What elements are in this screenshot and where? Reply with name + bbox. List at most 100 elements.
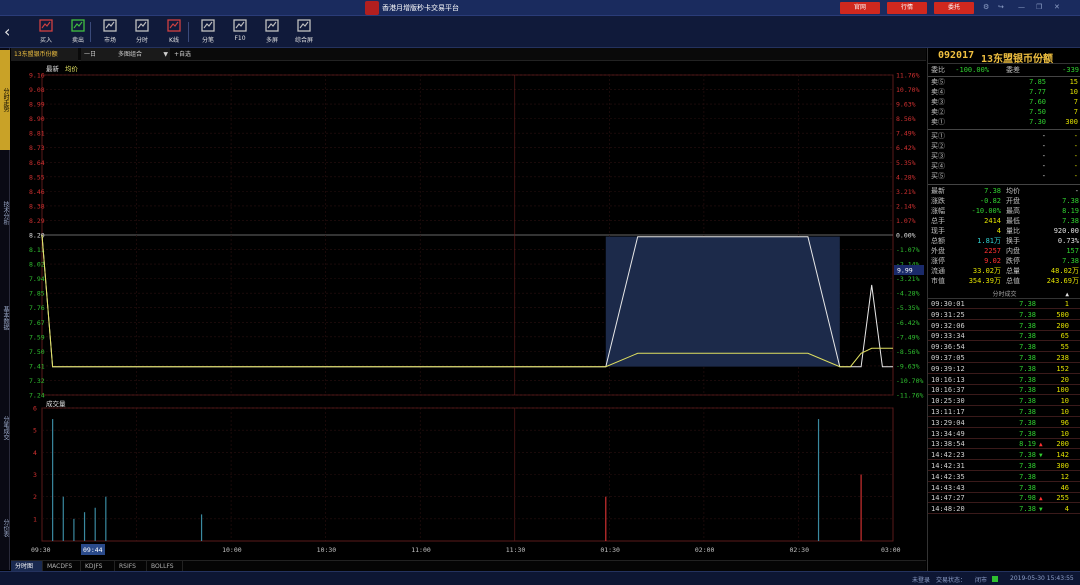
scroll-up-icon[interactable]: ▲ [1065,290,1069,299]
buy-icon [38,18,54,33]
bid-qty: - [1073,162,1078,170]
toolbar-sell-button[interactable]: 卖出 [64,18,92,46]
stat-value-2: 48.02万 [1050,267,1079,275]
ask-price: 7.50 [1029,108,1046,116]
tick-time: 14:42:31 [931,462,965,470]
bid-row[interactable]: 买⑤ - - [928,172,1080,181]
tick-time: 09:33:34 [931,332,965,341]
toolbar-buy-button[interactable]: 买入 [32,18,60,46]
y-pct-tick-label: 10.70% [896,86,920,94]
toolbar-candlestick-button[interactable]: K线 [160,18,188,46]
y-pct-tick-label: 6.42% [896,144,916,152]
y-pct-tick-label: -1.07% [896,246,920,254]
toolbar-grid-screen-button[interactable]: 综合屏 [290,18,318,46]
y-tick-label: 7.67 [29,319,45,327]
back-arrow-icon[interactable]: ‹ [4,22,20,42]
bid-row[interactable]: 买① - - [928,132,1080,141]
toolbar-multi-screen-button[interactable]: 多屏 [258,18,286,46]
tick-trades-title-text: 分时成交 [992,291,1017,298]
minimize-icon[interactable]: — [1018,3,1025,11]
stat-row: 市值 354.39万 总值 243.69万 [928,277,1080,286]
period-select-value: 一日 [84,51,97,58]
tick-volume: 12 [1060,472,1069,481]
add-favorite-button[interactable]: +自选 [171,48,206,61]
bid-label: 买② [931,142,945,150]
volume-y-tick: 4 [33,449,37,457]
stat-row: 总手 2414 最低 7.38 [928,217,1080,226]
tab-tick-trades[interactable]: 分笔成交 [0,378,10,478]
y-pct-tick-label: 9.63% [896,101,916,109]
tick-price: 7.38 [1019,451,1036,460]
stat-value: -10.00% [971,207,1001,215]
y-tick-label: 7.94 [29,275,45,283]
bid-label: 买① [931,132,945,140]
ask-label: 卖② [931,108,945,116]
tick-time: 13:11:17 [931,408,965,416]
stat-value: 7.38 [984,187,1001,195]
official-site-button[interactable]: 官网 [840,2,880,14]
toolbar-market-button[interactable]: 市场 [96,18,124,46]
exit-icon[interactable]: ↪ [998,3,1004,11]
tick-trades-title: 分时成交 ▲ [928,290,1080,299]
y-tick-label: 7.24 [29,392,45,400]
tab-basic-data[interactable]: 基本数据 [0,268,10,368]
connection-icon [992,576,998,582]
tick-row: 14:42:31 7.38 300 [928,462,1080,471]
quotes-button[interactable]: 行情 [887,2,927,14]
ask-row[interactable]: 卖④ 7.77 10 [928,88,1080,97]
toolbar-ticks-button[interactable]: 分笔 [194,18,222,46]
restore-icon[interactable]: ❐ [1036,3,1042,11]
stat-value-2: 7.38 [1062,257,1079,265]
stat-value-2: 0.73% [1057,237,1079,245]
close-icon[interactable]: ✕ [1054,3,1060,11]
quote-header: 092017 13东盟银币份额 [928,48,1080,65]
ask-row[interactable]: 卖⑤ 7.85 15 [928,78,1080,87]
ask-row[interactable]: 卖② 7.50 7 [928,108,1080,117]
app-logo [365,1,379,15]
y-pct-tick-label: 8.56% [896,115,916,123]
stat-label: 总手 [931,217,945,225]
tick-price: 7.38 [1019,429,1036,438]
stat-label: 外盘 [931,247,945,255]
tick-row: 13:38:54 8.19 ▲ 200 [928,440,1080,450]
stat-row: 流通 33.02万 总量 48.02万 [928,267,1080,276]
ask-row[interactable]: 卖③ 7.60 7 [928,98,1080,107]
bid-label: 买④ [931,162,945,170]
divider [928,76,1080,77]
tick-volume: 500 [1056,310,1069,319]
toolbar-label: F10 [234,35,246,42]
bid-row[interactable]: 买④ - - [928,162,1080,171]
settings-icon[interactable]: ⚙ [983,3,989,11]
status-datetime: 2019-05-30 15:43:55 [1010,575,1074,582]
y-tick-label: 7.76 [29,304,45,312]
tab-timeshare-trend[interactable]: 分时走势 [0,50,10,150]
stat-row: 现手 4 量比 920.00 [928,227,1080,236]
order-diff-value: -339 [1062,66,1079,74]
tick-volume: 10 [1060,408,1069,416]
timeshare-chart[interactable]: 9.16 9.08 8.99 8.90 8.81 8.73 8.64 8.55 8.46 8.38… [11,61,926,561]
tab-price-table[interactable]: 分价表 [0,488,10,568]
bid-row[interactable]: 买③ - - [928,152,1080,161]
tick-time: 09:39:12 [931,364,965,373]
stat-value-2: 920.00 [1053,227,1079,235]
stat-label: 涨幅 [931,207,945,215]
tick-price: 7.38 [1019,321,1036,330]
bid-row[interactable]: 买② - - [928,142,1080,151]
tick-row: 09:31:25 7.38 500 [928,311,1080,320]
toolbar-timeshare-button[interactable]: 分时 [128,18,156,46]
toolbar-separator [90,22,91,42]
toolbar-document-button[interactable]: F10 [226,18,254,46]
tick-volume: 142 [1056,451,1069,460]
tick-row: 13:11:17 7.38 10 [928,408,1080,417]
ask-row[interactable]: 卖① 7.30 300 [928,118,1080,127]
tick-volume: 10 [1060,429,1069,438]
chart-svg[interactable]: 9.16 9.08 8.99 8.90 8.81 8.73 8.64 8.55 8.46 8.38… [11,61,926,561]
chart-mode-select[interactable]: 多图组合 ▼ [115,48,170,61]
tab-technical-analysis[interactable]: 技术分析 [0,163,10,263]
stat-label-2: 总值 [1006,277,1020,285]
tick-time: 09:31:25 [931,310,965,319]
tick-volume: 1 [1064,300,1069,308]
order-button[interactable]: 委托 [934,2,974,14]
multi-screen-icon [264,18,280,33]
tick-row: 14:42:23 7.38 ▼ 142 [928,451,1080,461]
